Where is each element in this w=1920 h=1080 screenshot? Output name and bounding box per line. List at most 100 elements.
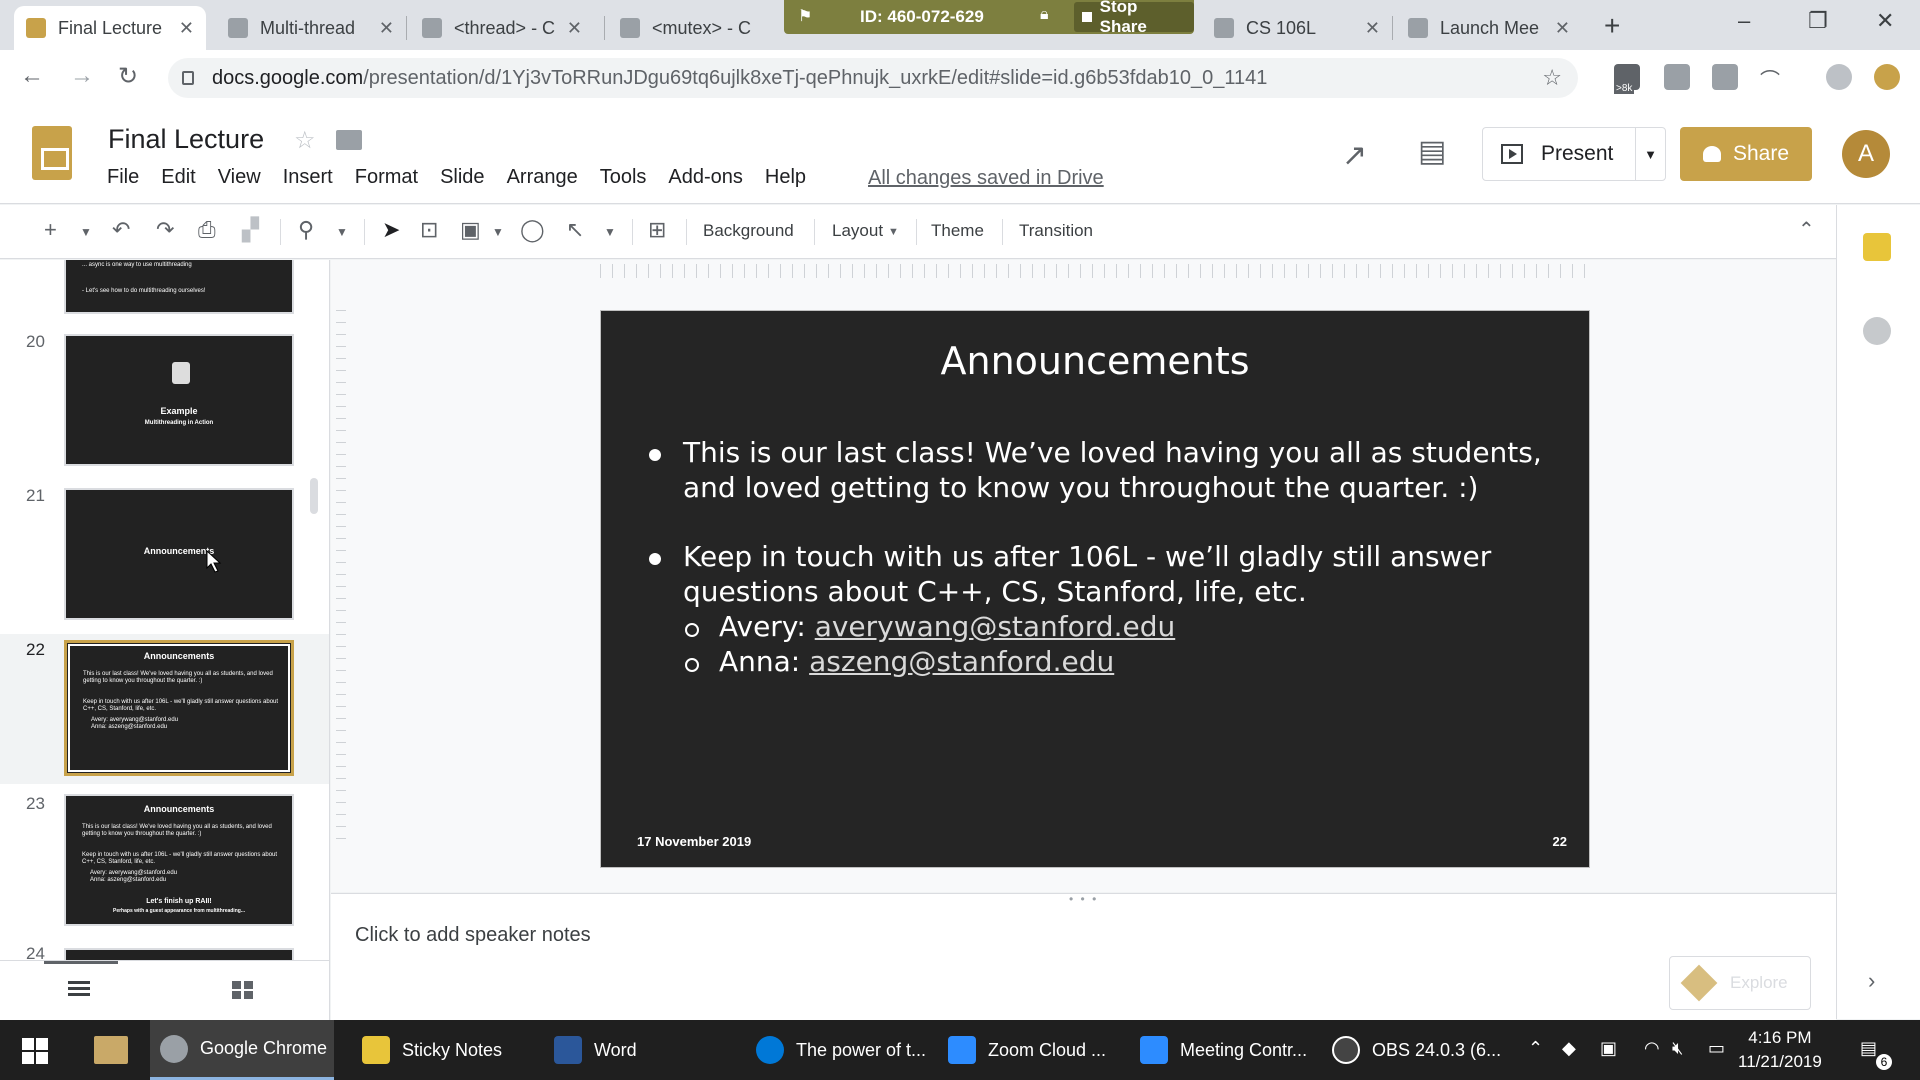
layout-button[interactable]: Layout <box>832 221 883 241</box>
slide-thumbnail-20[interactable]: Example Multithreading in Action <box>64 334 294 466</box>
slide-thumbnail-22[interactable]: Announcements This is our last class! We… <box>64 640 294 776</box>
forward-arrow-icon[interactable]: → <box>70 62 94 90</box>
menu-add-ons[interactable]: Add-ons <box>668 166 743 189</box>
pin-icon[interactable]: ⚑ <box>798 6 812 26</box>
activity-trend-icon[interactable]: ↗ <box>1342 138 1367 173</box>
slide-body[interactable]: This is our last class! We’ve loved havi… <box>649 435 1549 679</box>
chevron-up-icon[interactable]: ⌃ <box>1528 1038 1543 1059</box>
system-clock[interactable]: 4:16 PM 11/21/2019 <box>1738 1026 1822 1074</box>
tab-final-lecture[interactable]: Final Lecture ✕ <box>14 6 206 50</box>
account-avatar[interactable]: A <box>1842 130 1890 178</box>
tab-thread[interactable]: <thread> - C ✕ <box>410 6 594 50</box>
save-status-link[interactable]: All changes saved in Drive <box>868 167 1104 190</box>
windows-start-icon[interactable] <box>22 1038 48 1064</box>
close-tab-icon[interactable]: ✕ <box>1555 18 1570 39</box>
restore-icon[interactable]: ❐ <box>1808 8 1828 34</box>
taskbar-meeting-controls[interactable]: Meeting Contr... <box>1130 1020 1310 1080</box>
extension-icon[interactable] <box>1874 64 1900 90</box>
notifications-icon[interactable]: ▤ <box>1860 1038 1877 1059</box>
slides-logo-icon[interactable] <box>32 126 72 180</box>
reload-icon[interactable]: ↻ <box>118 62 138 91</box>
extension-icon[interactable]: >8k <box>1614 64 1640 94</box>
display-icon[interactable]: ▣ <box>1600 1038 1617 1059</box>
comments-icon[interactable]: ▤ <box>1418 134 1446 169</box>
taskbar-zoom[interactable]: Zoom Cloud ... <box>938 1020 1118 1080</box>
folder-icon[interactable] <box>336 130 362 150</box>
file-explorer-icon[interactable] <box>94 1036 128 1064</box>
menu-slide[interactable]: Slide <box>440 166 484 189</box>
lock-icon[interactable]: 🔒︎ <box>1040 6 1049 24</box>
tab-cs106l[interactable]: CS 106L ✕ <box>1202 6 1392 50</box>
address-bar[interactable]: docs.google.com /presentation/d/1Yj3vToR… <box>168 58 1578 98</box>
wifi-icon[interactable]: ◠ <box>1644 1038 1660 1059</box>
slide-title[interactable]: Announcements <box>601 339 1589 383</box>
select-arrow-icon[interactable]: ➤ <box>382 217 400 243</box>
close-window-icon[interactable]: ✕ <box>1876 8 1894 34</box>
chevron-down-icon[interactable]: ▼ <box>604 225 616 239</box>
bookmark-star-icon[interactable]: ☆ <box>1542 65 1562 91</box>
battery-icon[interactable]: ▭ <box>1708 1038 1725 1059</box>
undo-icon[interactable]: ↶ <box>112 217 130 243</box>
print-icon[interactable]: ⎙ <box>198 217 216 243</box>
menu-tools[interactable]: Tools <box>600 166 647 189</box>
chevron-down-icon[interactable]: ▼ <box>80 225 92 239</box>
speaker-notes-panel[interactable]: • • • Click to add speaker notes Explore <box>331 892 1836 1020</box>
extension-icon[interactable]: ⌒ <box>1760 64 1786 92</box>
chevron-right-icon[interactable]: › <box>1868 968 1875 994</box>
menu-help[interactable]: Help <box>765 166 806 189</box>
close-tab-icon[interactable]: ✕ <box>567 18 582 39</box>
menu-insert[interactable]: Insert <box>283 166 333 189</box>
email-link[interactable]: aszeng@stanford.edu <box>809 645 1114 678</box>
resize-handle-icon[interactable]: • • • <box>1069 892 1098 906</box>
chevron-down-icon[interactable]: ▼ <box>492 225 504 239</box>
present-button[interactable]: Present ▼ <box>1482 127 1666 181</box>
close-tab-icon[interactable]: ✕ <box>379 18 394 39</box>
extension-icon[interactable] <box>1712 64 1738 90</box>
slide-thumbnail-24[interactable] <box>64 948 294 960</box>
email-link[interactable]: averywang@stanford.edu <box>815 610 1176 643</box>
current-slide[interactable]: Announcements This is our last class! We… <box>600 310 1590 868</box>
share-button[interactable]: Share <box>1680 127 1812 181</box>
list-view-icon[interactable] <box>68 981 90 999</box>
paint-format-icon[interactable]: ▞ <box>242 217 259 243</box>
star-icon[interactable]: ☆ <box>294 126 316 155</box>
close-tab-icon[interactable]: ✕ <box>179 18 194 39</box>
close-tab-icon[interactable]: ✕ <box>1365 18 1380 39</box>
profile-avatar-icon[interactable] <box>1826 64 1852 90</box>
taskbar-word[interactable]: Word <box>544 1020 704 1080</box>
slide-thumbnail-19[interactable]: ... async is one way to use multithreadi… <box>64 260 294 314</box>
redo-icon[interactable]: ↷ <box>156 217 174 243</box>
tasks-icon[interactable] <box>1863 317 1891 345</box>
tab-multi-thread[interactable]: Multi-thread ✕ <box>216 6 406 50</box>
image-icon[interactable]: ▣ <box>460 217 481 243</box>
menu-arrange[interactable]: Arrange <box>507 166 578 189</box>
volume-muted-icon[interactable]: 🔇︎ <box>1672 1038 1683 1059</box>
menu-format[interactable]: Format <box>355 166 418 189</box>
transition-button[interactable]: Transition <box>1019 221 1093 241</box>
menu-edit[interactable]: Edit <box>161 166 195 189</box>
collapse-toolbar-icon[interactable]: ⌃ <box>1798 217 1815 242</box>
theme-button[interactable]: Theme <box>931 221 984 241</box>
speaker-notes-placeholder[interactable]: Click to add speaker notes <box>355 924 591 947</box>
taskbar-sticky-notes[interactable]: Sticky Notes <box>352 1020 522 1080</box>
stop-share-button[interactable]: Stop Share <box>1074 0 1194 36</box>
menu-file[interactable]: File <box>107 166 139 189</box>
background-button[interactable]: Background <box>703 221 794 241</box>
taskbar-chrome[interactable]: Google Chrome <box>150 1020 334 1080</box>
taskbar-obs[interactable]: OBS 24.0.3 (6... <box>1322 1020 1502 1080</box>
chevron-down-icon[interactable]: ▼ <box>336 225 348 239</box>
shape-icon[interactable]: ◯ <box>520 217 545 243</box>
chevron-down-icon[interactable]: ▼ <box>1635 128 1665 180</box>
keep-notes-icon[interactable] <box>1863 233 1891 261</box>
menu-view[interactable]: View <box>218 166 261 189</box>
chevron-down-icon[interactable]: ▼ <box>888 226 899 238</box>
tab-launch-meeting[interactable]: Launch Mee ✕ <box>1396 6 1582 50</box>
back-arrow-icon[interactable]: ← <box>20 62 44 90</box>
slide-thumbnail-21[interactable]: Announcements <box>64 488 294 620</box>
new-tab-icon[interactable]: + <box>1604 10 1620 42</box>
slide-thumbnail-23[interactable]: Announcements This is our last class! We… <box>64 794 294 926</box>
dropbox-icon[interactable]: ◆ <box>1562 1038 1576 1059</box>
tab-mutex[interactable]: <mutex> - C <box>608 6 784 50</box>
zoom-icon[interactable]: ⚲ <box>298 217 314 243</box>
extension-icon[interactable] <box>1664 64 1690 90</box>
